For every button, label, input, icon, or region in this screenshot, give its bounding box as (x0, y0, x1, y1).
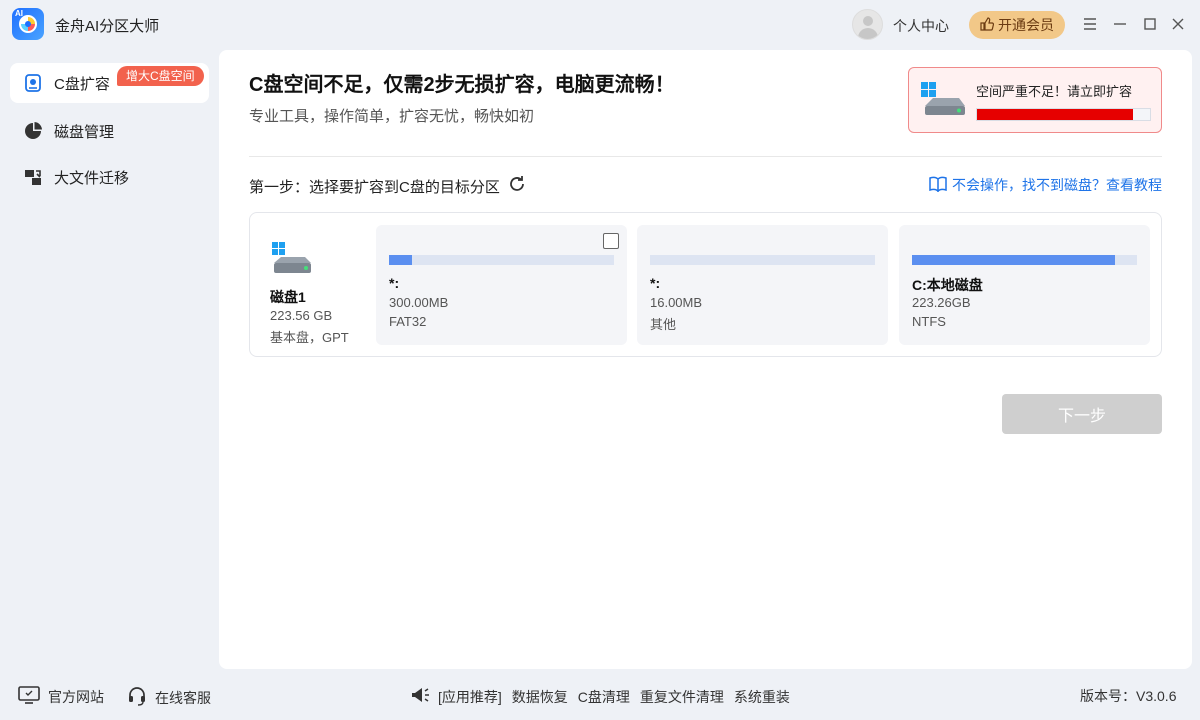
partition-usage-bar (389, 255, 614, 265)
disk-type: 基本盘，GPT (270, 330, 349, 345)
partition-size: 16.00MB (650, 295, 703, 310)
partition-filesystem: FAT32 (389, 314, 427, 329)
recommend-link-system-reinstall[interactable]: 系统重装 (734, 687, 790, 707)
sidebar-item-large-file-migration[interactable]: 大文件迁移 (10, 157, 209, 197)
disk-panel: 磁盘1 223.56 GB 基本盘，GPT *: 300.00MB FAT32 … (249, 212, 1162, 357)
page-subtitle: 专业工具，操作简单，扩容无忧，畅快如初 (249, 108, 535, 125)
partition-size: 300.00MB (389, 295, 449, 310)
partition-card[interactable]: *: 300.00MB FAT32 (376, 225, 627, 345)
sidebar-item-label: 大文件迁移 (54, 169, 130, 187)
partition-card[interactable]: C:本地磁盘 223.26GB NTFS (899, 225, 1150, 345)
footer: 官方网站 在线客服 [应用推荐] 数据恢复 C盘清理 重复文件清理 系统重装 版… (0, 670, 1200, 720)
partition-name: C:本地磁盘 (912, 277, 983, 293)
thumbs-up-icon (980, 16, 995, 34)
monitor-icon (18, 686, 40, 707)
c-drive-icon (24, 74, 42, 92)
pie-chart-icon (24, 122, 42, 140)
partition-usage-bar (912, 255, 1137, 265)
menu-icon[interactable] (1080, 14, 1100, 34)
disk-name: 磁盘1 (270, 289, 306, 305)
partition-usage-fill (389, 255, 412, 265)
partition-filesystem: 其他 (650, 317, 677, 332)
title-bar: AI 金舟AI分区大师 个人中心 开通会员 (0, 0, 1200, 50)
partition-name: *: (650, 275, 661, 291)
maximize-icon[interactable] (1140, 14, 1160, 34)
app-logo: AI (12, 8, 44, 40)
tutorial-link-label: 不会操作，找不到磁盘？查看教程 (952, 177, 1162, 193)
minimize-icon[interactable] (1110, 14, 1130, 34)
partition-filesystem: NTFS (912, 314, 946, 329)
official-site-label: 官方网站 (48, 688, 104, 705)
megaphone-icon (410, 686, 430, 707)
app-title: 金舟AI分区大师 (55, 18, 160, 35)
vip-button-label: 开通会员 (998, 17, 1054, 33)
official-site-link[interactable]: 官方网站 (18, 686, 104, 707)
refresh-icon[interactable] (508, 175, 526, 197)
alert-usage-fill (977, 109, 1133, 120)
disk-size: 223.56 GB (270, 308, 333, 323)
sidebar-item-label: 磁盘管理 (54, 123, 115, 141)
sidebar-item-disk-management[interactable]: 磁盘管理 (10, 111, 209, 151)
app-recommend-bar: [应用推荐] 数据恢复 C盘清理 重复文件清理 系统重装 (410, 686, 802, 707)
partition-name: *: (389, 275, 400, 291)
avatar[interactable] (852, 9, 883, 40)
user-center-link[interactable]: 个人中心 (893, 16, 949, 36)
close-icon[interactable] (1168, 14, 1188, 34)
partition-usage-bar (650, 255, 875, 265)
tutorial-link[interactable]: 不会操作，找不到磁盘？查看教程 (929, 175, 1162, 195)
partition-usage-fill (912, 255, 1115, 265)
online-service-link[interactable]: 在线客服 (127, 686, 211, 709)
recommend-link-data-recovery[interactable]: 数据恢复 (512, 687, 568, 707)
alert-text: 空间严重不足！请立即扩容 (976, 84, 1133, 99)
step-label: 第一步：选择要扩容到C盘的目标分区 (249, 175, 526, 197)
recommend-link-c-drive-clean[interactable]: C盘清理 (578, 687, 630, 707)
alert-usage-bar (976, 108, 1151, 121)
recommend-link-duplicate-files[interactable]: 重复文件清理 (640, 687, 724, 707)
partition-size: 223.26GB (912, 295, 971, 310)
space-alert-card[interactable]: 空间严重不足！请立即扩容 (908, 67, 1162, 133)
divider (249, 156, 1162, 157)
step-label-text: 第一步：选择要扩容到C盘的目标分区 (249, 178, 500, 196)
windows-drive-icon (919, 80, 967, 123)
promo-badge: 增大C盘空间 (117, 66, 204, 86)
disc-icon (19, 15, 37, 33)
online-service-label: 在线客服 (155, 689, 211, 706)
sidebar-item-label: C盘扩容 (54, 75, 110, 93)
file-transfer-icon (24, 168, 42, 186)
partition-checkbox[interactable] (603, 233, 619, 249)
app-recommend-label: [应用推荐] (438, 688, 502, 705)
main-panel: C盘空间不足，仅需2步无损扩容，电脑更流畅！ 专业工具，操作简单，扩容无忧，畅快… (219, 50, 1192, 669)
page-title: C盘空间不足，仅需2步无损扩容，电脑更流畅！ (249, 74, 675, 96)
partition-card[interactable]: *: 16.00MB 其他 (637, 225, 888, 345)
book-icon (929, 176, 947, 195)
version-label: 版本号：V3.0.6 (1080, 688, 1177, 704)
next-step-button[interactable]: 下一步 (1002, 394, 1162, 434)
headset-icon (127, 686, 147, 709)
hard-disk-icon (270, 240, 312, 279)
vip-button[interactable]: 开通会员 (969, 11, 1065, 39)
